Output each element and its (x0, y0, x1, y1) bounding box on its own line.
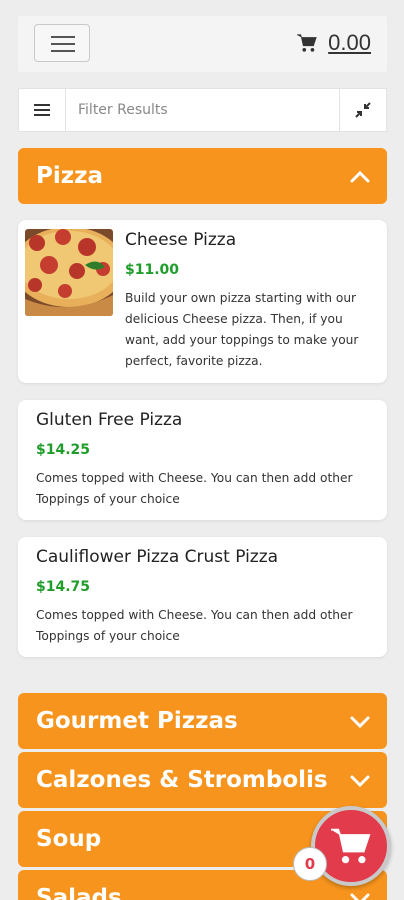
category-title: Gourmet Pizzas (36, 708, 238, 734)
chevron-up-icon (350, 170, 370, 183)
category-title: Soup (36, 826, 102, 852)
collapse-all-button[interactable] (339, 89, 386, 131)
shopping-cart-icon (331, 828, 371, 864)
item-description: Build your own pizza starting with our d… (125, 291, 359, 368)
item-price: $14.75 (36, 579, 91, 595)
chevron-down-icon (350, 775, 370, 788)
top-bar: 0.00 (18, 16, 387, 72)
menu-item-cheese-pizza[interactable]: Cheese Pizza $11.00 Build your own pizza… (18, 220, 387, 383)
cart-total[interactable]: 0.00 (328, 30, 371, 56)
cart-count-badge: 0 (293, 847, 327, 881)
category-title: Salads (36, 885, 122, 900)
item-price: $11.00 (125, 262, 180, 278)
item-description: Comes topped with Cheese. You can then a… (36, 608, 353, 643)
filter-results-input[interactable] (66, 89, 339, 131)
item-price: $14.25 (36, 442, 91, 458)
category-header-calzones-strombolis[interactable]: Calzones & Strombolis (18, 752, 387, 808)
category-header-gourmet-pizzas[interactable]: Gourmet Pizzas (18, 693, 387, 749)
category-title: Calzones & Strombolis (36, 767, 328, 793)
list-icon (34, 104, 50, 116)
cheese-pizza-image (25, 229, 113, 316)
menu-item-cauliflower-pizza-crust-pizza[interactable]: Cauliflower Pizza Crust Pizza $14.75 Com… (18, 537, 387, 657)
collapse-arrows-icon (355, 102, 371, 118)
item-name: Cauliflower Pizza Crust Pizza (36, 547, 279, 567)
cart-summary-link[interactable]: 0.00 (296, 30, 371, 56)
category-title: Pizza (36, 163, 104, 189)
item-description: Comes topped with Cheese. You can then a… (36, 471, 353, 506)
shopping-cart-icon (297, 34, 317, 52)
chevron-down-icon (350, 893, 370, 900)
list-view-button[interactable] (19, 89, 66, 131)
filter-bar (18, 88, 387, 132)
chevron-down-icon (350, 716, 370, 729)
item-name: Gluten Free Pizza (36, 410, 183, 430)
category-header-pizza[interactable]: Pizza (18, 148, 387, 204)
menu-item-gluten-free-pizza[interactable]: Gluten Free Pizza $14.25 Comes topped wi… (18, 400, 387, 520)
item-name: Cheese Pizza (125, 230, 237, 250)
hamburger-menu-icon[interactable] (34, 24, 90, 62)
